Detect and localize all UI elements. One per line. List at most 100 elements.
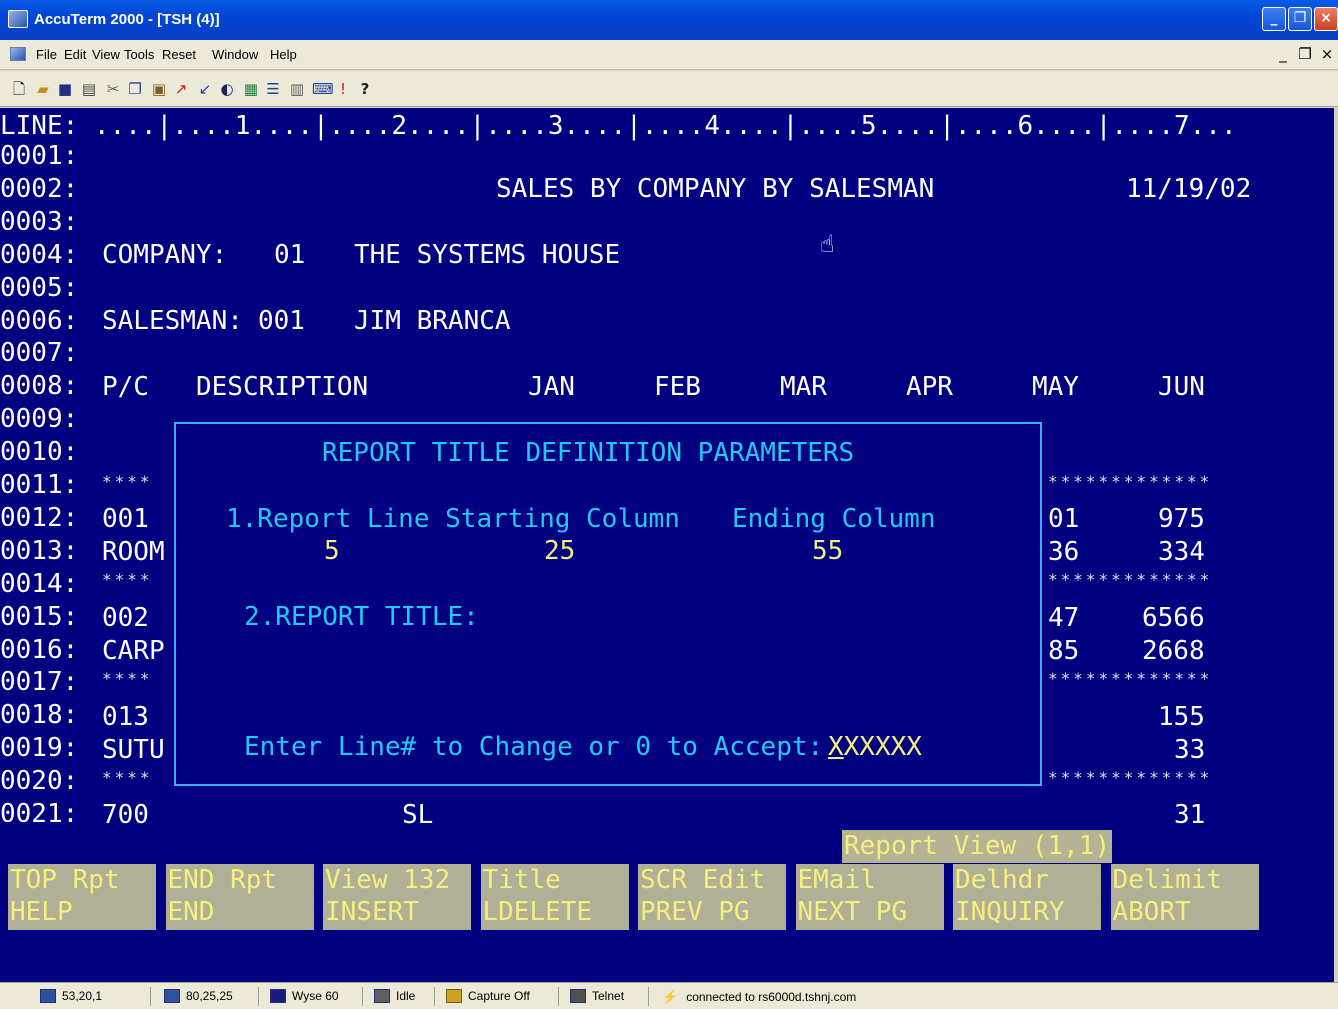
desc-row-16: CARP bbox=[102, 636, 165, 666]
function-key-6[interactable]: EMail NEXT PG bbox=[795, 864, 944, 930]
line-number: 0006: bbox=[0, 305, 79, 336]
report-date: 11/19/02 bbox=[1126, 174, 1252, 204]
stars-row-20: **** bbox=[102, 768, 153, 787]
line-number: 0012: bbox=[0, 502, 79, 533]
function-key-top-label: TOP Rpt bbox=[10, 865, 120, 895]
dialog-item1-label[interactable]: 1.Report Line Starting Column bbox=[226, 504, 680, 534]
salesman-code: 001 bbox=[258, 306, 305, 336]
header-jun: JUN bbox=[1158, 372, 1205, 402]
report-title: SALES BY COMPANY BY SALESMAN bbox=[496, 174, 935, 204]
save-icon[interactable]: ■ bbox=[56, 80, 74, 98]
function-key-bottom-label: PREV PG bbox=[640, 897, 750, 927]
close-button[interactable]: × bbox=[1314, 7, 1338, 31]
line-number: 0005: bbox=[0, 272, 79, 303]
log-icon[interactable]: ▥ bbox=[288, 80, 306, 98]
mdi-restore-button[interactable]: ❐ bbox=[1294, 45, 1316, 63]
menu-view[interactable]: View bbox=[92, 47, 120, 62]
jun-row-16: 2668 bbox=[1142, 636, 1205, 666]
menu-reset[interactable]: Reset bbox=[162, 47, 196, 62]
may-row-16: 85 bbox=[1048, 636, 1080, 666]
print-icon[interactable]: ▤ bbox=[80, 80, 98, 98]
menu-edit[interactable]: Edit bbox=[64, 47, 86, 62]
function-key-top-label: SCR Edit bbox=[640, 865, 766, 895]
function-key-top-label: Delhdr bbox=[955, 865, 1049, 895]
function-key-bottom-label: LDELETE bbox=[482, 897, 593, 927]
line-number: 0010: bbox=[0, 437, 79, 468]
dialog-start-column-value[interactable]: 25 bbox=[544, 536, 575, 566]
function-key-2[interactable]: END Rpt END bbox=[165, 864, 314, 930]
menu-file[interactable]: File bbox=[36, 47, 57, 62]
printer-icon bbox=[374, 989, 390, 1003]
script-icon[interactable]: ! bbox=[334, 80, 352, 98]
line-number: 0014: bbox=[0, 568, 79, 599]
hand-pointer-icon: ☝ bbox=[820, 230, 835, 258]
cut-icon[interactable]: ✂ bbox=[104, 80, 122, 98]
jun-row-15: 6566 bbox=[1142, 603, 1205, 633]
function-key-top-label: Title bbox=[482, 865, 561, 895]
column-ruler: LINE: ....|....1....|....2....|....3....… bbox=[0, 111, 1237, 141]
report-title-dialog: REPORT TITLE DEFINITION PARAMETERS 1.Rep… bbox=[174, 422, 1042, 786]
help-icon[interactable]: ? bbox=[356, 80, 374, 98]
macro-icon[interactable]: ◐ bbox=[218, 80, 236, 98]
header-pc: P/C bbox=[102, 372, 149, 402]
minimize-button[interactable]: _ bbox=[1262, 7, 1286, 31]
line-number: 0021: bbox=[0, 799, 79, 829]
dialog-prompt-input[interactable]: XXXXXX bbox=[828, 732, 922, 762]
capture-status-icon bbox=[446, 989, 462, 1003]
line-number: 0013: bbox=[0, 535, 79, 566]
copy-icon[interactable]: ❐ bbox=[126, 80, 144, 98]
status-emulation: Wyse 60 bbox=[270, 983, 339, 1009]
status-state: Idle bbox=[374, 983, 415, 1009]
line-number: 0009: bbox=[0, 404, 79, 435]
mdi-close-button[interactable]: × bbox=[1316, 45, 1338, 63]
mdi-minimize-button[interactable]: _ bbox=[1272, 45, 1294, 63]
function-key-5[interactable]: SCR Edit PREV PG bbox=[638, 864, 786, 930]
company-label: COMPANY: bbox=[102, 240, 228, 270]
line-number: 0003: bbox=[0, 206, 79, 237]
status-bar: 53,20,1 80,25,25 Wyse 60 Idle Capture Of… bbox=[0, 982, 1338, 1009]
status-size-text: 80,25,25 bbox=[186, 989, 233, 1003]
send-icon[interactable]: ↗ bbox=[172, 80, 190, 98]
stars-row-11: **** bbox=[102, 472, 153, 491]
cursor-char: X bbox=[828, 732, 844, 762]
toolbar: 🗋 ▰ ■ ▤ ✂ ❐ ▣ ↗ ↙ ◐ ▦ ☰ ▥ ⌨ ! ? bbox=[0, 71, 1338, 107]
function-key-3[interactable]: View 132 INSERT bbox=[323, 864, 471, 930]
stars-right-row-17: ************* bbox=[1048, 669, 1213, 688]
status-connection: ⚡ connected to rs6000d.tshnj.com bbox=[662, 983, 856, 1009]
company-code: 01 bbox=[274, 240, 306, 270]
function-key-1[interactable]: TOP Rpt HELP bbox=[8, 864, 156, 930]
settings-icon[interactable]: ▦ bbox=[242, 80, 260, 98]
capture-icon[interactable]: ☰ bbox=[264, 80, 282, 98]
status-capture: Capture Off bbox=[446, 983, 530, 1009]
terminal-screen[interactable]: LINE: ....|....1....|....2....|....3....… bbox=[0, 108, 1334, 982]
stars-row-17: **** bbox=[102, 669, 153, 688]
jun-row-19: 33 bbox=[1174, 735, 1206, 765]
open-icon[interactable]: ▰ bbox=[34, 80, 52, 98]
dialog-item2-label[interactable]: 2.REPORT TITLE: bbox=[244, 602, 479, 632]
function-key-4[interactable]: Title LDELETE bbox=[480, 864, 629, 930]
document-icon[interactable] bbox=[10, 47, 26, 61]
dialog-line-value[interactable]: 5 bbox=[324, 536, 340, 566]
line-number: 0001: bbox=[0, 141, 79, 171]
vertical-scrollbar[interactable] bbox=[1334, 108, 1338, 982]
new-icon[interactable]: 🗋 bbox=[10, 80, 28, 98]
maximize-button[interactable]: ❐ bbox=[1288, 7, 1312, 31]
line-number: 0011: bbox=[0, 470, 79, 500]
function-key-8[interactable]: Delimit ABORT bbox=[1110, 864, 1259, 930]
pc-row-12: 001 bbox=[102, 504, 149, 534]
menu-help[interactable]: Help bbox=[270, 47, 297, 62]
title-bar: AccuTerm 2000 - [TSH (4)] _ ❐ × bbox=[0, 0, 1338, 40]
dialog-end-column-value[interactable]: 55 bbox=[812, 536, 843, 566]
paste-icon[interactable]: ▣ bbox=[150, 80, 168, 98]
keyboard-icon[interactable]: ⌨ bbox=[312, 80, 334, 98]
window-title: AccuTerm 2000 - [TSH (4)] bbox=[34, 11, 220, 28]
pc-row-21: 700 bbox=[102, 800, 149, 830]
function-key-bottom-label: END bbox=[167, 897, 215, 927]
status-cursor-text: 53,20,1 bbox=[62, 989, 103, 1003]
prompt-rest: XXXXX bbox=[843, 732, 922, 762]
jun-row-18: 155 bbox=[1158, 702, 1205, 732]
menu-tools[interactable]: Tools bbox=[124, 47, 154, 62]
menu-window[interactable]: Window bbox=[212, 47, 258, 62]
function-key-7[interactable]: Delhdr INQUIRY bbox=[953, 864, 1101, 930]
receive-icon[interactable]: ↙ bbox=[196, 80, 214, 98]
